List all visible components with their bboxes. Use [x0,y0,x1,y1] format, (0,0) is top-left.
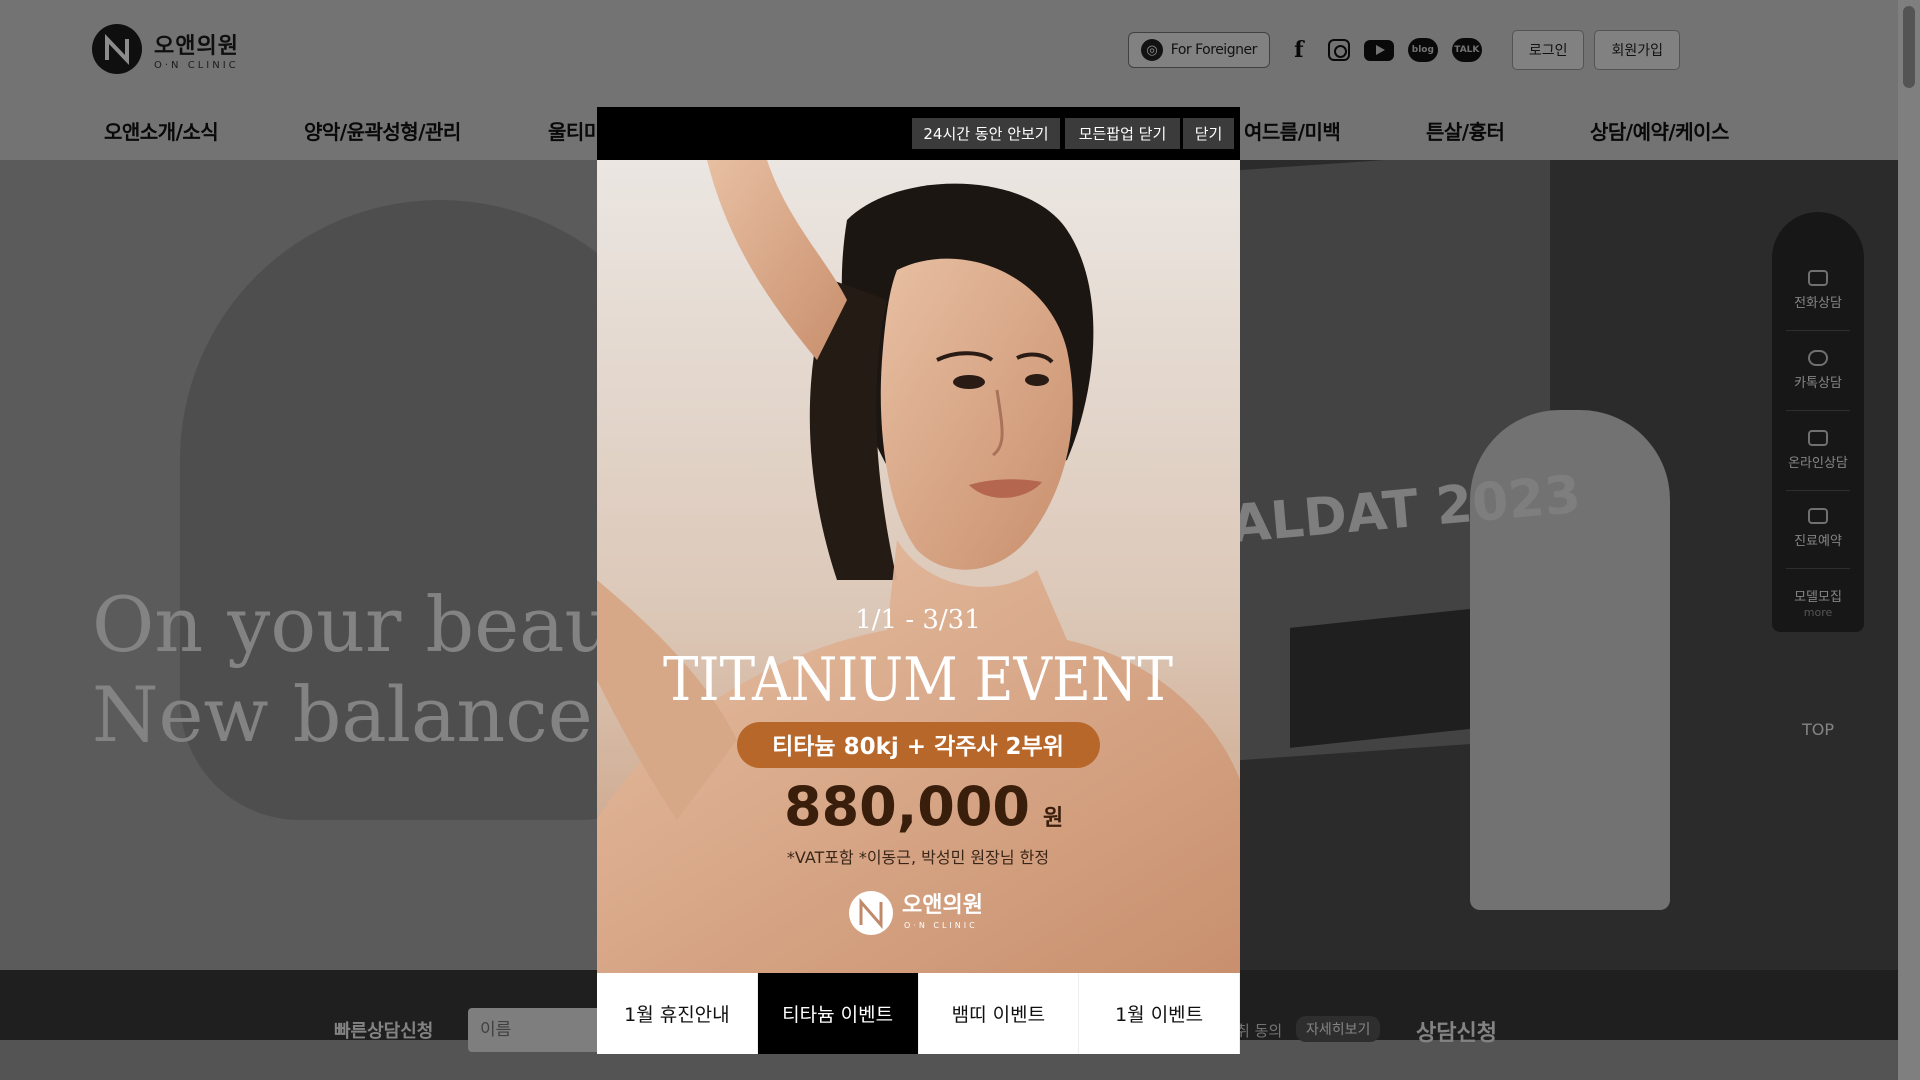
event-offer-text: 티타늄 80kj + 각주사 2부위 [772,734,1064,760]
popup-event-image[interactable]: 1/1 - 3/31 TITANIUM EVENT 티타늄 80kj + 각주사… [597,160,1240,973]
event-price: 880,000 [784,775,1030,838]
popup-tab-snake-year[interactable]: 뱀띠 이벤트 [918,973,1080,1054]
popup-brand-en: O·N CLINIC [904,921,978,930]
popup-tab-titanium[interactable]: 티타늄 이벤트 [757,973,919,1054]
event-title: TITANIUM EVENT [663,645,1173,715]
popup-tab-january-event[interactable]: 1월 이벤트 [1079,973,1240,1054]
popup-event-artwork: 1/1 - 3/31 TITANIUM EVENT 티타늄 80kj + 각주사… [597,160,1240,973]
hide-24h-button[interactable]: 24시간 동안 안보기 [912,118,1060,149]
event-note: *VAT포함 *이동근, 박성민 원장님 한정 [787,848,1049,867]
close-popup-button[interactable]: 닫기 [1183,118,1234,149]
popup-tabs: 1월 휴진안내 티타늄 이벤트 뱀띠 이벤트 1월 이벤트 [597,973,1240,1054]
event-price-unit: 원 [1043,806,1063,831]
popup-control-bar: 24시간 동안 안보기 모든팝업 닫기 닫기 [597,107,1240,160]
popup-brand-ko: 오앤의원 [902,893,983,918]
event-date-range: 1/1 - 3/31 [855,605,981,635]
close-all-popups-button[interactable]: 모든팝업 닫기 [1065,118,1180,149]
event-popup: 24시간 동안 안보기 모든팝업 닫기 닫기 1/1 - 3/31 TITANI… [597,107,1240,1054]
popup-tab-holiday[interactable]: 1월 휴진안내 [597,973,758,1054]
